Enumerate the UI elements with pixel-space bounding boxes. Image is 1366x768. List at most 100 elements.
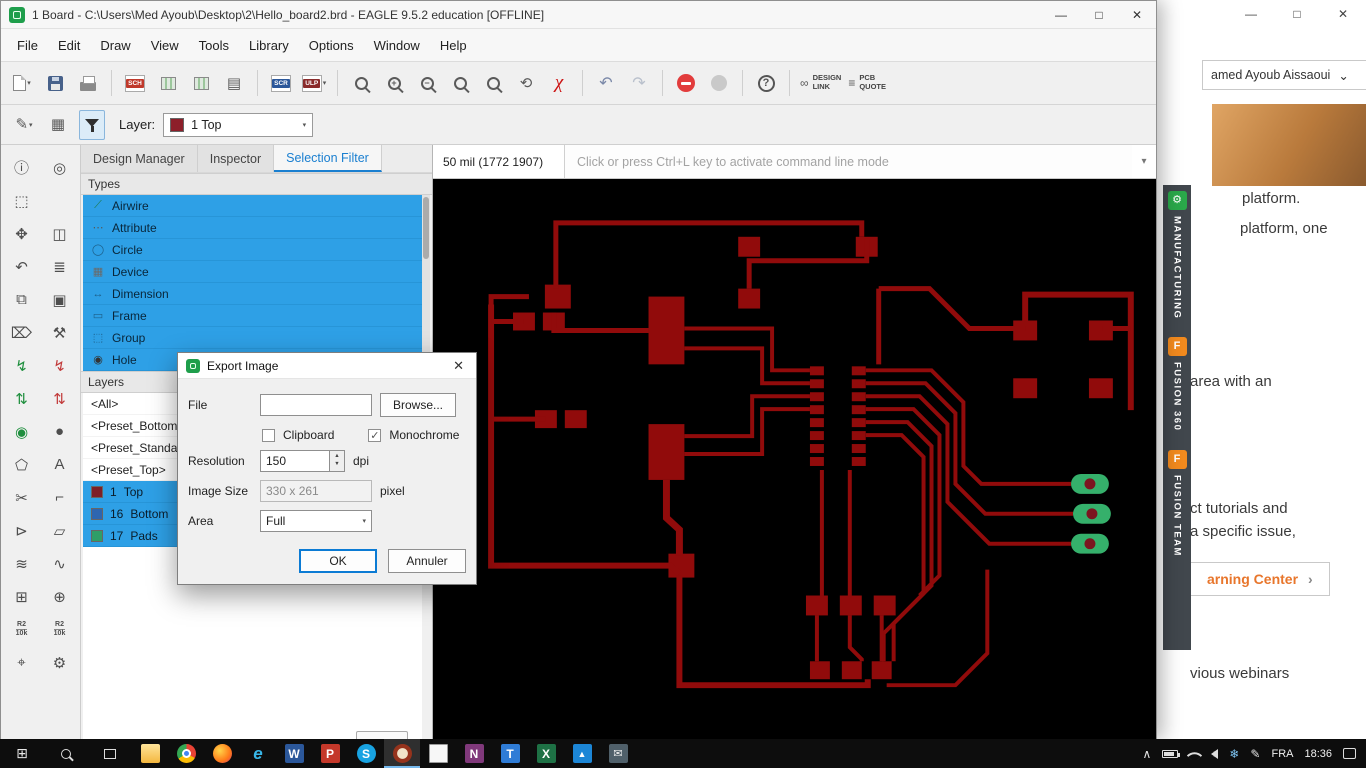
taskbar-file-explorer[interactable] [132, 739, 168, 768]
menu-item[interactable]: Options [299, 33, 364, 58]
board-tool2-button[interactable] [188, 68, 214, 98]
clock[interactable]: 18:36 [1304, 748, 1332, 760]
polygon-tool[interactable]: ⬠ [3, 448, 41, 481]
switch-schematic-button[interactable]: SCH [122, 68, 148, 98]
hole-tool[interactable]: ● [41, 415, 79, 448]
pad-tool[interactable]: ⊳ [3, 514, 41, 547]
tab-inspector[interactable]: Inspector [197, 145, 275, 172]
zoom-redraw-button[interactable] [480, 68, 506, 98]
taskbar-eagle[interactable] [384, 739, 420, 768]
taskbar-photos[interactable]: ▲ [564, 739, 600, 768]
volume-icon[interactable] [1211, 748, 1219, 759]
menu-item[interactable]: Window [364, 33, 430, 58]
run-ulp-button[interactable]: ULP ▾ [301, 68, 327, 98]
browser-minimize-button[interactable]: — [1228, 0, 1274, 28]
menu-item[interactable]: Help [430, 33, 477, 58]
meander-tool[interactable]: ∿ [41, 547, 79, 580]
notification-center-icon[interactable] [1343, 748, 1356, 759]
taskbar-skype[interactable]: S [348, 739, 384, 768]
attribute-tool[interactable]: R2 10k [3, 613, 41, 646]
move-tool[interactable]: ✥ [3, 217, 41, 250]
maximize-button[interactable]: □ [1080, 1, 1118, 29]
stop-button[interactable] [673, 68, 699, 98]
clipboard-checkbox[interactable] [262, 428, 275, 442]
split-tool[interactable]: ✂ [3, 481, 41, 514]
pcb-quote-button[interactable]: ≡ PCB QUOTE [848, 68, 886, 98]
tray-expand-button[interactable]: ∧ [1143, 747, 1152, 761]
browser-close-button[interactable]: ✕ [1320, 0, 1366, 28]
zoom-select-button[interactable] [447, 68, 473, 98]
type-row[interactable]: ◯ Circle [83, 239, 422, 261]
taskbar-excel[interactable]: X [528, 739, 564, 768]
minimize-button[interactable]: — [1042, 1, 1080, 29]
side-tab[interactable]: ⚙ MANUFACTURING [1167, 191, 1187, 319]
dialog-title-bar[interactable]: Export Image ✕ [178, 353, 476, 379]
refresh-button[interactable]: ⟲ [513, 68, 539, 98]
redo-button[interactable]: ↷ [626, 68, 652, 98]
undo-button[interactable]: ↶ [593, 68, 619, 98]
delete-tool[interactable]: ⌦ [3, 316, 41, 349]
learning-center-button[interactable]: arning Center › [1190, 562, 1330, 596]
language-indicator[interactable]: FRA [1271, 748, 1293, 760]
type-row[interactable]: ⋯ Attribute [83, 217, 422, 239]
zoom-fit-button[interactable] [348, 68, 374, 98]
info-tool[interactable]: ⓘ [3, 151, 41, 184]
print-button[interactable] [75, 68, 101, 98]
cancel-button[interactable]: Annuler [388, 549, 466, 573]
browse-button[interactable]: Browse... [380, 393, 457, 417]
menu-item[interactable]: Edit [48, 33, 90, 58]
value-tool[interactable]: R2 10k [41, 613, 79, 646]
go-button[interactable] [706, 68, 732, 98]
help-button[interactable]: ? [753, 68, 779, 98]
ripup-tool[interactable]: ↯ [41, 349, 79, 382]
taskbar-teams[interactable]: T [492, 739, 528, 768]
area-dropdown[interactable]: Full ▾ [260, 510, 372, 532]
type-row[interactable]: ↔ Dimension [83, 283, 422, 305]
pcb-canvas[interactable] [433, 179, 1156, 739]
browser-maximize-button[interactable]: □ [1274, 0, 1320, 28]
taskbar-firefox[interactable] [204, 739, 240, 768]
type-row[interactable]: ▦ Device [83, 261, 422, 283]
ok-button[interactable]: OK [299, 549, 377, 573]
tab-selection-filter[interactable]: Selection Filter [274, 145, 382, 172]
cancel-command-button[interactable]: χ [546, 68, 572, 98]
command-line-input[interactable]: Click or press Ctrl+L key to activate co… [565, 145, 1132, 178]
board-tool-button[interactable] [155, 68, 181, 98]
taskbar-powerpoint[interactable]: P [312, 739, 348, 768]
menu-item[interactable]: Tools [189, 33, 239, 58]
ratsnest-tool[interactable]: ≋ [3, 547, 41, 580]
copy-tool[interactable]: ⧉ [3, 283, 41, 316]
taskbar-word[interactable]: W [276, 739, 312, 768]
group-select-tool[interactable]: ⬚ [3, 184, 41, 217]
type-row[interactable]: ⬚ Group [83, 327, 422, 349]
battery-icon[interactable] [1162, 749, 1181, 758]
change-tool[interactable]: ⚒ [41, 316, 79, 349]
resolution-spinner[interactable]: ▲ ▼ [330, 450, 345, 472]
command-history-caret[interactable]: ▾ [1132, 145, 1156, 178]
smd-tool[interactable]: ▱ [41, 514, 79, 547]
snowflake-tray-icon[interactable]: ❄ [1229, 747, 1239, 761]
tab-design-manager[interactable]: Design Manager [81, 145, 198, 172]
file-input[interactable] [260, 394, 372, 416]
pcb-svg[interactable] [433, 179, 1156, 739]
side-tab[interactable]: F FUSION TEAM [1167, 449, 1187, 557]
taskbar-chrome[interactable] [168, 739, 204, 768]
menu-item[interactable]: Library [239, 33, 299, 58]
taskbar-onenote[interactable]: N [456, 739, 492, 768]
monochrome-checkbox[interactable]: ✓ [368, 428, 382, 442]
zoom-in-button[interactable]: + [381, 68, 407, 98]
side-tab[interactable]: F FUSION 360 [1167, 337, 1187, 432]
route-tool[interactable]: ↯ [3, 349, 41, 382]
via-tool[interactable]: ◉ [3, 415, 41, 448]
layer-dropdown[interactable]: 1 Top ▾ [163, 112, 314, 137]
types-scrollbar[interactable] [422, 195, 430, 371]
design-link-button[interactable]: ∞ DESIGN LINK [800, 68, 841, 98]
mark-tool[interactable]: ⌖ [3, 646, 41, 679]
menu-item[interactable]: Draw [90, 33, 140, 58]
menu-item[interactable]: File [7, 33, 48, 58]
mirror-tool[interactable]: ◫ [41, 217, 79, 250]
menu-item[interactable]: View [141, 33, 189, 58]
draw-settings-button[interactable]: ✎ ▾ [11, 110, 37, 140]
run-script-button[interactable]: SCR [268, 68, 294, 98]
cam-processor-button[interactable]: ▤ [221, 68, 247, 98]
